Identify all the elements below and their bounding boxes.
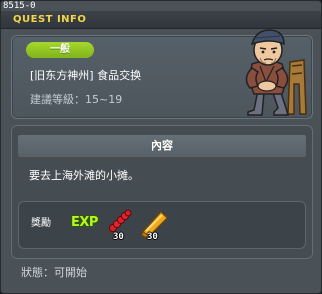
content-header: 內容 — [18, 135, 306, 157]
reward-item-golden-stick[interactable]: 30 — [139, 206, 169, 242]
npc-portrait-icon — [245, 29, 307, 116]
item-quantity: 30 — [147, 232, 158, 242]
reward-item-red-skewer[interactable]: 30 — [105, 206, 135, 242]
quest-content-panel: 內容 要去上海外滩的小摊。 獎勵 EXP 30 30 — [11, 125, 313, 259]
quest-info-window: 8515-0 QUEST INFO 一般 [旧东方神州] 食品交换 建議等級：1… — [0, 0, 322, 294]
window-title: QUEST INFO — [13, 14, 87, 25]
item-quantity: 30 — [113, 232, 124, 242]
quest-description: 要去上海外滩的小摊。 — [29, 169, 139, 182]
reward-label: 獎勵 — [31, 218, 51, 229]
difficulty-badge: 一般 — [26, 42, 94, 58]
quest-status: 狀態：可開始 — [21, 266, 87, 279]
quest-summary-panel: 一般 [旧东方神州] 食品交换 建議等級：15~19 — [11, 29, 313, 119]
reward-box: 獎勵 EXP 30 30 — [18, 201, 306, 249]
exp-icon[interactable]: EXP — [71, 212, 101, 234]
quest-name: [旧东方神州] 食品交换 — [30, 69, 142, 82]
recommended-level: 建議等級：15~19 — [30, 93, 123, 106]
